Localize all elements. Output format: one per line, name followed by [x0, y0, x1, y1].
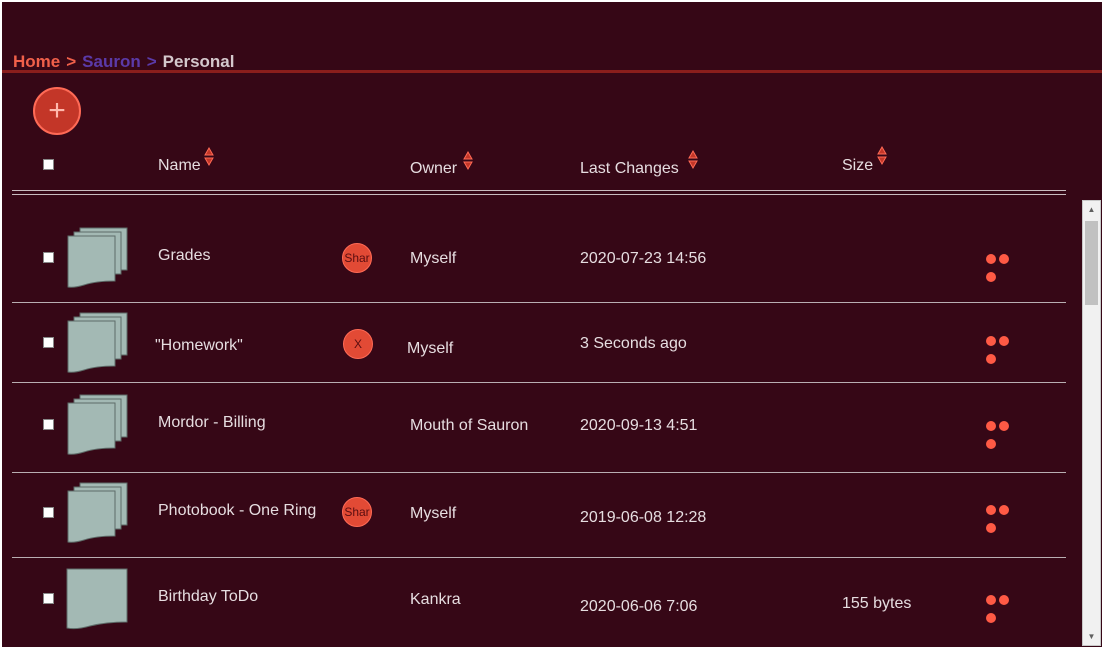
- plus-icon: +: [48, 94, 66, 127]
- row-name[interactable]: Photobook - One Ring: [158, 502, 316, 520]
- folder-stack-icon: [67, 482, 128, 543]
- row-divider: [12, 472, 1066, 473]
- row-divider: [12, 557, 1066, 558]
- column-header-owner[interactable]: Owner: [410, 160, 457, 178]
- scroll-down-icon[interactable]: ▼: [1083, 628, 1100, 645]
- row-name[interactable]: Grades: [158, 247, 210, 265]
- row-size: 155 bytes: [842, 595, 912, 612]
- row-owner: Kankra: [410, 591, 461, 608]
- add-button[interactable]: +: [33, 87, 81, 135]
- delete-badge[interactable]: X: [343, 329, 373, 359]
- sort-arrows-icon[interactable]: [877, 146, 887, 166]
- more-options-icon[interactable]: [986, 333, 1024, 364]
- row-owner: Myself: [410, 250, 457, 267]
- row-checkbox[interactable]: [43, 507, 54, 518]
- row-last-changes: 2020-07-23 14:56: [580, 250, 707, 267]
- file-icon: [66, 568, 128, 630]
- row-name[interactable]: Birthday ToDo: [158, 588, 258, 606]
- more-options-icon[interactable]: [986, 418, 1024, 449]
- more-options-icon[interactable]: [986, 502, 1024, 533]
- sort-arrows-icon[interactable]: [463, 151, 473, 171]
- breadcrumb-current: Personal: [162, 52, 235, 71]
- column-header-last-changes[interactable]: Last Changes: [580, 160, 679, 178]
- row-divider: [12, 302, 1066, 303]
- row-checkbox[interactable]: [43, 419, 54, 430]
- sort-arrows-icon[interactable]: [204, 147, 214, 167]
- row-last-changes: 2020-06-06 7:06: [580, 598, 698, 615]
- row-checkbox[interactable]: [43, 252, 54, 263]
- scroll-up-icon[interactable]: ▲: [1083, 201, 1100, 218]
- folder-stack-icon: [67, 394, 128, 455]
- row-owner: Myself: [407, 340, 454, 357]
- scroll-thumb[interactable]: [1085, 221, 1098, 305]
- header-divider: [12, 194, 1066, 195]
- row-checkbox[interactable]: [43, 593, 54, 604]
- breadcrumb: Home > Sauron > Personal: [13, 52, 234, 72]
- share-badge[interactable]: Shar: [342, 243, 372, 273]
- column-header-size[interactable]: Size: [842, 157, 873, 175]
- row-divider: [12, 382, 1066, 383]
- file-browser-window: Home > Sauron > Personal + Name Owner Last C…: [2, 2, 1102, 647]
- row-last-changes: 2019-06-08 12:28: [580, 509, 707, 526]
- row-last-changes: 2020-09-13 4:51: [580, 417, 698, 434]
- row-name[interactable]: "Homework": [155, 337, 243, 355]
- breadcrumb-divider: [2, 70, 1102, 73]
- breadcrumb-separator: >: [146, 52, 157, 71]
- vertical-scrollbar[interactable]: ▲ ▼: [1082, 200, 1101, 646]
- breadcrumb-home-link[interactable]: Home: [13, 52, 60, 71]
- row-owner: Myself: [410, 505, 457, 522]
- more-options-icon[interactable]: [986, 592, 1024, 623]
- select-all-checkbox[interactable]: [43, 159, 54, 170]
- row-checkbox[interactable]: [43, 337, 54, 348]
- breadcrumb-separator: >: [66, 52, 77, 71]
- folder-stack-icon: [67, 312, 128, 373]
- header-divider: [12, 190, 1066, 191]
- row-name[interactable]: Mordor - Billing: [158, 414, 266, 432]
- folder-stack-icon: [67, 227, 128, 288]
- column-header-name[interactable]: Name: [158, 157, 201, 175]
- sort-arrows-icon[interactable]: [688, 150, 698, 170]
- more-options-icon[interactable]: [986, 251, 1024, 282]
- share-badge[interactable]: Shar: [342, 497, 372, 527]
- breadcrumb-sauron-link[interactable]: Sauron: [82, 52, 141, 71]
- row-last-changes: 3 Seconds ago: [580, 335, 687, 352]
- row-owner: Mouth of Sauron: [410, 417, 529, 434]
